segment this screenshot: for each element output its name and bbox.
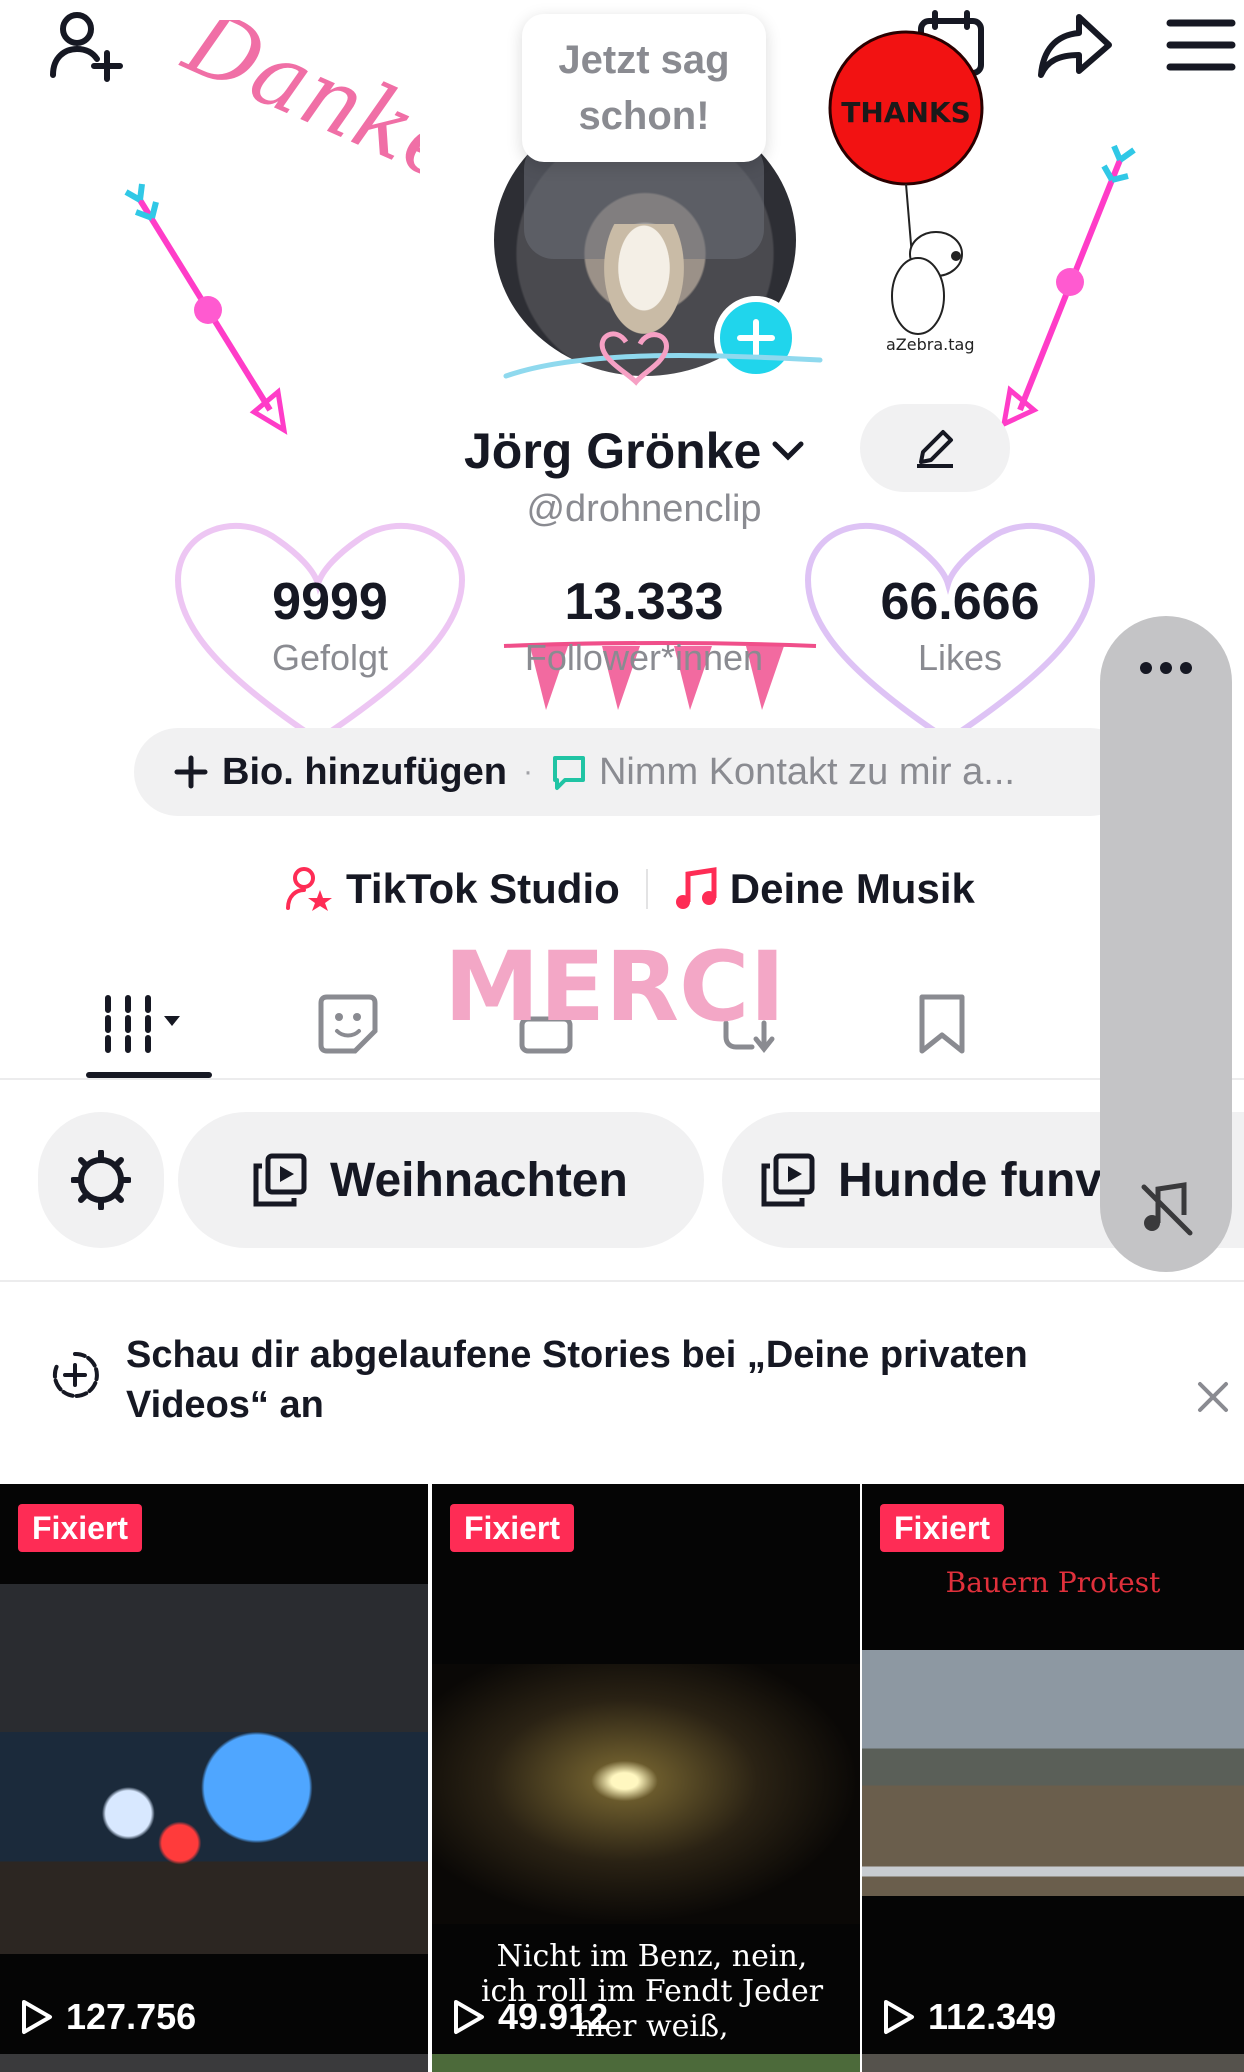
followers-label: Follower*innen	[524, 637, 764, 678]
expired-stories-banner[interactable]: Schau dir abgelaufene Stories bei „Deine…	[0, 1300, 1244, 1450]
story-plus-icon	[52, 1351, 99, 1398]
arrow-right-sticker	[1000, 144, 1136, 429]
profile-shortcuts: TikTok Studio Deine Musik	[286, 856, 975, 922]
chat-bubble-icon	[552, 756, 585, 790]
video-thumbnail[interactable]: Fixiert Nicht im Benz, nein, ich roll im…	[432, 1484, 860, 2054]
active-tab-indicator	[86, 1072, 212, 1078]
danke-sticker: Danke	[169, 20, 420, 200]
following-label: Gefolgt	[271, 637, 389, 678]
view-count-value: 112.349	[928, 1996, 1057, 2037]
gear-icon	[71, 1150, 131, 1210]
person-star-icon	[286, 867, 332, 911]
profile-tab-bar	[0, 970, 1244, 1080]
profile-name-switcher[interactable]: Jörg Grönke	[464, 418, 805, 484]
music-off-icon	[1141, 1182, 1193, 1236]
video-grid: Fixiert 127.756 Fixiert Nicht im Benz, n…	[0, 1484, 1244, 2072]
tab-stickers[interactable]	[278, 970, 418, 1078]
tab-private[interactable]	[476, 970, 616, 1078]
plus-icon	[174, 755, 208, 789]
banner-text: Schau dir abgelaufene Stories bei „Deine…	[126, 1334, 1028, 1426]
collection-settings-button[interactable]	[38, 1112, 164, 1248]
add-bio-button[interactable]: Bio. hinzufügen	[222, 751, 507, 794]
play-icon	[22, 2000, 52, 2034]
pinned-badge: Fixiert	[450, 1504, 575, 1552]
zebra-tag-text: aZebra.tag	[886, 335, 974, 354]
followers-count: 13.333	[564, 573, 724, 631]
likes-label: Likes	[917, 637, 1003, 678]
profile-name: Jörg Grönke	[464, 423, 762, 479]
tiktok-studio-label: TikTok Studio	[346, 865, 620, 912]
chevron-down-icon	[772, 441, 804, 461]
more-dots-icon	[1140, 662, 1192, 674]
lock-icon	[519, 1016, 573, 1054]
sticker-icon	[318, 994, 378, 1054]
repost-icon	[723, 1020, 775, 1054]
stat-following[interactable]: 9999 Gefolgt	[180, 572, 480, 682]
video-thumbnail[interactable]: Fixiert Bauern Protest 112.349	[862, 1484, 1244, 2054]
hamburger-menu-icon	[1166, 19, 1236, 71]
bio-contact-pill[interactable]: Bio. hinzufügen · Nimm Kontakt zu mir a.…	[134, 728, 1134, 816]
collection-chip-label: Hunde funv	[838, 1153, 1102, 1207]
view-count: 127.756	[20, 1996, 196, 2038]
next-row-peek	[432, 2054, 860, 2072]
thumbnail-image	[862, 1650, 1244, 1896]
section-divider	[0, 1280, 1244, 1282]
your-music-label: Deine Musik	[729, 865, 975, 912]
likes-count: 66.666	[880, 573, 1040, 631]
tab-reposts[interactable]	[680, 970, 820, 1078]
play-icon	[884, 2000, 914, 2034]
following-count: 9999	[272, 573, 388, 631]
share-icon	[1038, 14, 1112, 78]
more-options-button[interactable]	[1100, 660, 1232, 681]
collection-chips: Weihnachten Hunde funv	[0, 1110, 1244, 1250]
next-row-peek	[0, 2054, 428, 2072]
tab-videos[interactable]	[80, 970, 220, 1078]
arrow-left-sticker	[124, 183, 288, 435]
thumbnail-image	[0, 1584, 428, 1954]
play-icon	[454, 2000, 484, 2034]
your-music-link[interactable]: Deine Musik	[674, 865, 975, 913]
mute-music-button[interactable]	[1140, 1179, 1194, 1242]
stat-followers[interactable]: 13.333 Follower*innen	[494, 572, 794, 682]
video-overlay-title: Bauern Protest	[945, 1566, 1161, 1599]
person-plus-icon	[50, 12, 123, 82]
pinned-badge: Fixiert	[880, 1504, 1005, 1552]
view-count: 112.349	[882, 1996, 1056, 2038]
view-count-value: 127.756	[66, 1996, 197, 2037]
share-button[interactable]	[1030, 0, 1120, 90]
profile-tooltip: Jetzt sag schon!	[522, 14, 766, 162]
view-count: 49.912	[452, 1996, 608, 2038]
collection-icon	[761, 1153, 815, 1207]
thumbnail-image	[432, 1664, 860, 1924]
profile-handle: @drohnenclip	[526, 488, 762, 530]
calendar-icon	[918, 10, 984, 76]
grid-filter-icon	[105, 995, 180, 1053]
video-thumbnail[interactable]: Fixiert 127.756	[0, 1484, 428, 2054]
calendar-button[interactable]	[906, 0, 996, 90]
tab-saved[interactable]	[872, 970, 1012, 1078]
pinned-badge: Fixiert	[18, 1504, 143, 1552]
menu-button[interactable]	[1156, 0, 1244, 90]
floating-side-panel	[1100, 616, 1232, 1272]
bio-separator: ·	[522, 755, 533, 788]
stat-likes[interactable]: 66.666 Likes	[810, 572, 1110, 682]
add-story-button[interactable]	[714, 296, 798, 380]
music-note-icon	[675, 867, 717, 909]
next-row-peek	[862, 2054, 1244, 2072]
pencil-icon	[917, 430, 953, 468]
collection-chip-label: Weihnachten	[330, 1153, 628, 1207]
edit-profile-button[interactable]	[860, 404, 1010, 492]
thanks-text: THANKS	[841, 96, 971, 129]
add-friend-button[interactable]	[40, 0, 130, 90]
view-count-value: 49.912	[498, 1996, 609, 2037]
collection-icon	[253, 1153, 307, 1207]
svg-text:Danke: Danke	[169, 20, 420, 200]
tiktok-studio-link[interactable]: TikTok Studio	[286, 865, 620, 913]
contact-button[interactable]: Nimm Kontakt zu mir a...	[599, 751, 1015, 794]
plus-icon	[737, 319, 775, 357]
bookmark-icon	[919, 994, 965, 1054]
collection-chip-weihnachten[interactable]: Weihnachten	[178, 1112, 704, 1248]
close-icon[interactable]	[1196, 1380, 1230, 1414]
shortcut-divider	[645, 869, 648, 909]
